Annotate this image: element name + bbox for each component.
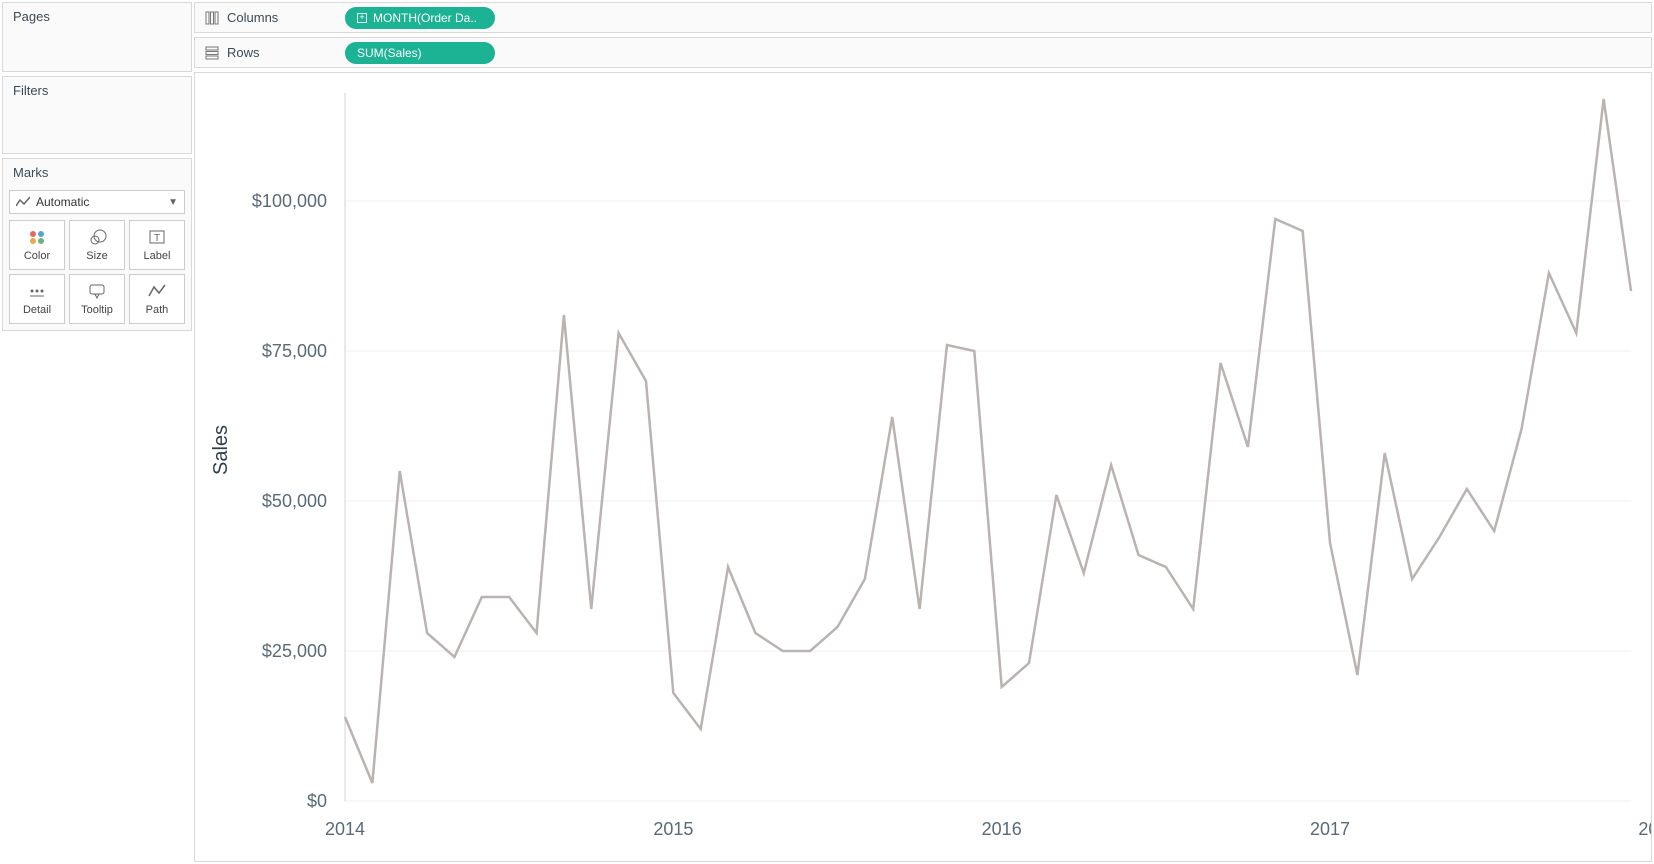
x-tick-label: 2015: [653, 819, 693, 839]
mark-type-label: Automatic: [36, 195, 89, 209]
chart-area[interactable]: $0 $25,000 $50,000 $75,000 $100,000 Sales 2014…: [194, 72, 1652, 862]
x-tick-label: 2018: [1638, 819, 1651, 839]
rows-pill[interactable]: SUM(Sales): [345, 42, 495, 64]
color-icon: [27, 228, 47, 246]
series-line: [345, 99, 1631, 783]
marks-title: Marks: [3, 159, 191, 186]
x-tick-label: 2014: [325, 819, 365, 839]
y-tick-label: $75,000: [262, 341, 327, 361]
tooltip-label: Tooltip: [81, 304, 113, 316]
line-icon: [16, 196, 30, 208]
chevron-down-icon: ▼: [168, 197, 178, 208]
size-label: Size: [86, 250, 107, 262]
rows-shelf[interactable]: Rows SUM(Sales): [194, 37, 1652, 68]
path-label: Path: [146, 304, 169, 316]
x-tick-label: 2016: [982, 819, 1022, 839]
y-tick-label: $0: [307, 791, 327, 811]
columns-shelf[interactable]: Columns + MONTH(Order Da..: [194, 2, 1652, 33]
columns-label: Columns: [227, 10, 278, 25]
pages-title: Pages: [3, 3, 191, 30]
detail-button[interactable]: Detail: [9, 274, 65, 324]
color-button[interactable]: Color: [9, 220, 65, 270]
label-button[interactable]: T Label: [129, 220, 185, 270]
columns-icon: [205, 11, 219, 25]
detail-label: Detail: [23, 304, 51, 316]
mark-type-select[interactable]: Automatic ▼: [9, 190, 185, 214]
y-tick-label: $25,000: [262, 641, 327, 661]
path-button[interactable]: Path: [129, 274, 185, 324]
marks-card: Marks Automatic ▼ Color Size T Label: [2, 158, 192, 331]
y-tick-label: $100,000: [252, 191, 327, 211]
filters-shelf[interactable]: Filters: [2, 76, 192, 154]
label-icon: T: [147, 228, 167, 246]
svg-text:T: T: [154, 233, 160, 244]
pages-shelf[interactable]: Pages: [2, 2, 192, 72]
rows-label: Rows: [227, 45, 260, 60]
expand-icon: +: [357, 13, 367, 23]
columns-pill[interactable]: + MONTH(Order Da..: [345, 7, 495, 29]
rows-pill-label: SUM(Sales): [357, 46, 422, 60]
detail-icon: [27, 282, 47, 300]
filters-title: Filters: [3, 77, 191, 104]
color-label: Color: [24, 250, 50, 262]
columns-pill-label: MONTH(Order Da..: [373, 11, 477, 25]
tooltip-icon: [87, 282, 107, 300]
x-tick-label: 2017: [1310, 819, 1350, 839]
y-axis-title: Sales: [210, 425, 232, 475]
tooltip-button[interactable]: Tooltip: [69, 274, 125, 324]
size-button[interactable]: Size: [69, 220, 125, 270]
y-tick-label: $50,000: [262, 491, 327, 511]
rows-icon: [205, 46, 219, 60]
label-label: Label: [144, 250, 171, 262]
path-icon: [147, 282, 167, 300]
size-icon: [87, 228, 107, 246]
